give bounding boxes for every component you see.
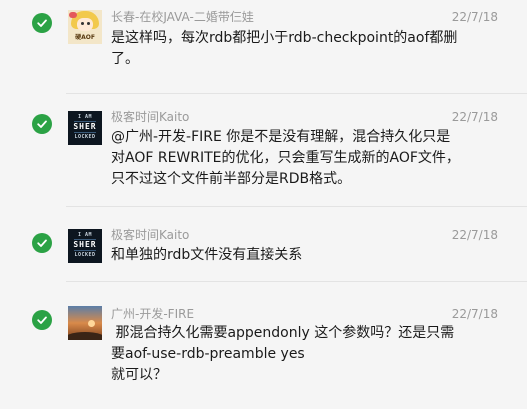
message-line: 是这样吗，每次rdb都把小于rdb-checkpoint的aof都删: [111, 30, 458, 46]
message-line: 就可以？: [111, 367, 167, 383]
timestamp: 22/7/18: [451, 228, 498, 242]
checkmark-icon[interactable]: [32, 13, 52, 33]
message-line: 那混合持久化需要appendonly 这个参数吗？还是只需: [111, 325, 455, 341]
avatar-text-line: LOCKED: [74, 252, 96, 258]
sender-name[interactable]: 长春-在校JAVA-二婚带仨娃: [111, 10, 254, 24]
avatar[interactable]: [68, 306, 102, 340]
message-item[interactable]: 硬AOF 长春-在校JAVA-二婚带仨娃 22/7/18 是这样吗，每次rdb都…: [0, 0, 527, 93]
message-line: 要aof-use-rdb-preamble yes: [111, 346, 305, 362]
message-text: 和单独的rdb文件没有直接关系: [111, 245, 506, 266]
avatar[interactable]: I AM SHER LOCKED: [68, 229, 102, 263]
avatar-text-line: SHER: [73, 122, 97, 131]
avatar[interactable]: 硬AOF: [68, 10, 102, 44]
message-text: 那混合持久化需要appendonly 这个参数吗？还是只需 要aof-use-r…: [111, 323, 506, 386]
timestamp: 22/7/18: [451, 307, 498, 321]
avatar-text-line: I AM: [77, 114, 93, 120]
message-line: 只不过这个文件前半部分是RDB格式。: [111, 171, 352, 187]
timestamp: 22/7/18: [451, 110, 498, 124]
avatar-text-line: SHER: [73, 240, 97, 249]
message-line: 和单独的rdb文件没有直接关系: [111, 247, 303, 263]
message-item[interactable]: I AM SHER LOCKED 极客时间Kaito 22/7/18 和单独的r…: [0, 207, 527, 281]
avatar-text-line: LOCKED: [74, 134, 96, 140]
sender-name[interactable]: 极客时间Kaito: [111, 228, 189, 242]
avatar-caption: 硬AOF: [75, 34, 95, 41]
message-text: 是这样吗，每次rdb都把小于rdb-checkpoint的aof都删 了。: [111, 28, 506, 70]
message-line: @广州-开发-FIRE 你是不是没有理解，混合持久化只是: [111, 129, 451, 145]
chat-thread: 硬AOF 长春-在校JAVA-二婚带仨娃 22/7/18 是这样吗，每次rdb都…: [0, 0, 527, 409]
checkmark-icon[interactable]: [32, 233, 52, 253]
avatar[interactable]: I AM SHER LOCKED: [68, 111, 102, 145]
message-item[interactable]: 广州-开发-FIRE 22/7/18 那混合持久化需要appendonly 这个…: [0, 282, 527, 409]
message-line: 对AOF REWRITE的优化，只会重写生成新的AOF文件，: [111, 150, 460, 166]
checkmark-icon[interactable]: [32, 114, 52, 134]
sender-name[interactable]: 广州-开发-FIRE: [111, 307, 194, 321]
checkmark-icon[interactable]: [32, 310, 52, 330]
timestamp: 22/7/18: [451, 10, 498, 24]
message-item[interactable]: I AM SHER LOCKED 极客时间Kaito 22/7/18 @广州-开…: [0, 94, 527, 206]
message-line: 了。: [111, 51, 139, 67]
avatar-text-line: I AM: [77, 232, 93, 238]
message-text: @广州-开发-FIRE 你是不是没有理解，混合持久化只是 对AOF REWRIT…: [111, 127, 506, 190]
sender-name[interactable]: 极客时间Kaito: [111, 110, 189, 124]
